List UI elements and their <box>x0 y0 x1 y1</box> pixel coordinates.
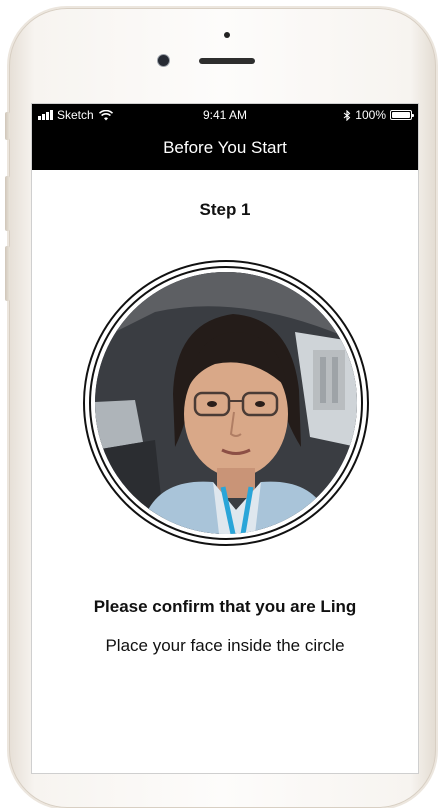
phone-screen: Sketch 9:41 AM 100% Before You Start Ste… <box>32 104 418 773</box>
battery-icon <box>390 110 414 120</box>
earpiece-speaker <box>199 58 255 64</box>
bluetooth-icon <box>343 109 351 121</box>
status-bar: Sketch 9:41 AM 100% <box>32 104 418 126</box>
front-camera <box>158 55 169 66</box>
nav-title: Before You Start <box>163 138 287 157</box>
confirm-identity-text: Please confirm that you are Ling <box>93 597 357 616</box>
face-instruction-text: Place your face inside the circle <box>105 636 345 655</box>
selfie-image <box>95 272 357 534</box>
proximity-sensor <box>224 32 230 38</box>
battery-percent: 100% <box>355 108 386 122</box>
face-photo[interactable] <box>95 272 357 534</box>
volume-down-button <box>5 246 10 301</box>
status-right: 100% <box>343 108 414 122</box>
volume-up-button <box>5 176 10 231</box>
nav-bar: Before You Start <box>32 126 418 170</box>
mute-switch <box>5 112 10 140</box>
step-title: Step 1 <box>199 200 251 219</box>
